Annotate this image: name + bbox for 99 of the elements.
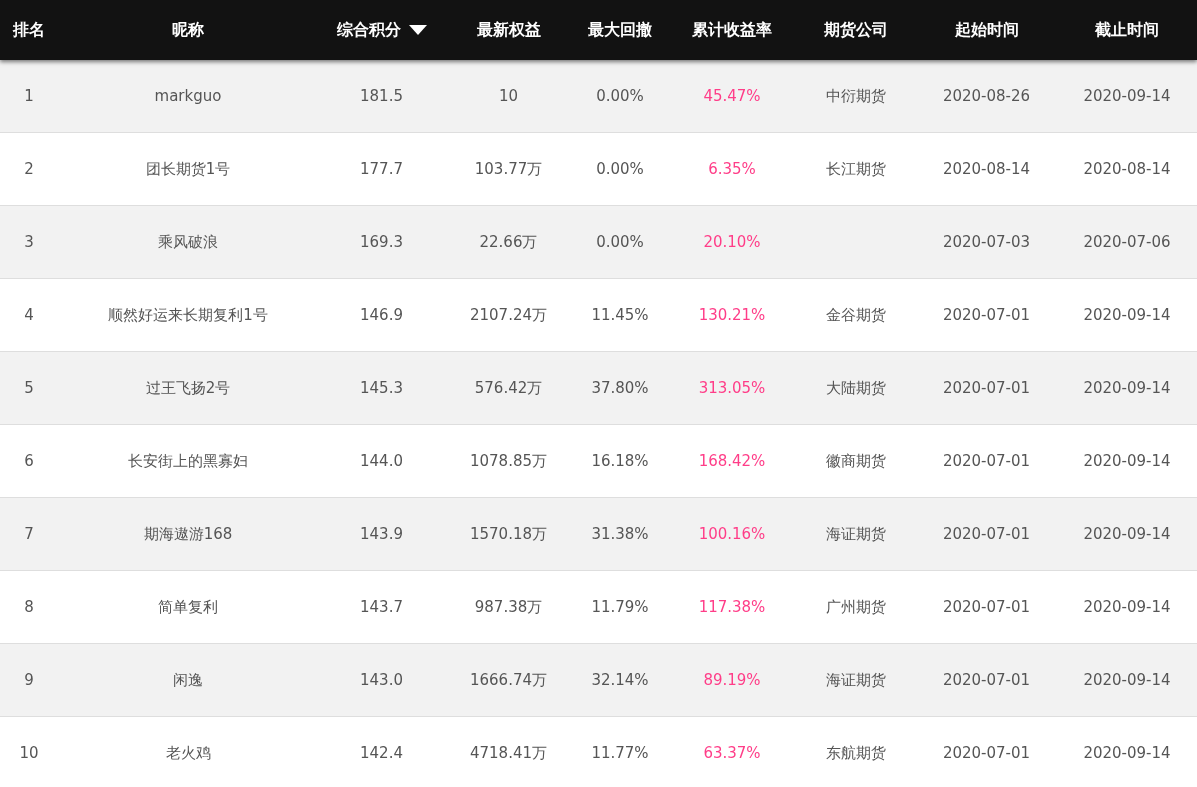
table-cell: 金谷期货 [826,305,886,325]
table-cell: 闲逸 [173,670,203,690]
table-cell: 长江期货 [826,159,886,179]
table-cell: 5 [24,379,34,397]
table-cell: 143.7 [360,598,403,616]
table-cell: 8 [24,598,34,616]
table-cell: 2020-09-14 [1083,87,1171,105]
table-cell: 181.5 [360,87,403,105]
table-cell: 长安街上的黑寡妇 [128,451,248,471]
table-cell: 0.00% [596,160,644,178]
table-cell: 144.0 [360,452,403,470]
table-cell: 海证期货 [826,524,886,544]
column-header: 截止时间 [1095,19,1159,41]
column-header: 最新权益 [476,19,541,41]
table-cell: 6 [24,452,34,470]
table-cell: 2020-08-26 [942,87,1031,105]
table-cell: 20.10% [703,233,761,251]
table-cell: 1 [24,87,34,105]
table-cell: 2020-07-01 [942,306,1031,324]
column-header: 累计收益率 [692,19,772,41]
table-cell: 2020-08-14 [942,160,1031,178]
table-cell: 1666.74万 [470,670,547,690]
table-cell: 广州期货 [826,597,886,617]
table-cell: 576.42万 [474,378,543,398]
table-cell: 6.35% [708,160,756,178]
table-cell: 142.4 [360,744,403,762]
table-cell: 2020-07-01 [942,525,1031,543]
table-cell: 177.7 [360,160,403,178]
table-cell: 987.38万 [474,597,543,617]
table-cell: 2020-07-01 [942,379,1031,397]
table-cell: 100.16% [698,525,766,543]
table-cell: 10 [498,87,519,105]
table-cell: 11.45% [591,306,649,324]
column-header: 最大回撤 [588,19,652,41]
table-cell: 63.37% [703,744,761,762]
table-cell: 145.3 [360,379,403,397]
column-header: 起始时间 [954,19,1019,41]
table-cell: 10 [19,744,39,762]
table-cell: 期海遨游168 [143,524,233,544]
table-cell: 4718.41万 [470,743,547,763]
table-cell: 3 [24,233,34,251]
table-cell: 2020-09-14 [1083,598,1171,616]
table-cell: 海证期货 [826,670,886,690]
table-cell: 16.18% [591,452,649,470]
table-cell: 146.9 [360,306,403,324]
table-cell: 大陆期货 [826,378,886,398]
table-cell: 简单复利 [158,597,218,617]
table-cell: 168.42% [698,452,766,470]
table-cell: 11.79% [591,598,649,616]
table-cell: 过王飞扬2号 [145,378,231,398]
table-cell: 103.77万 [474,159,543,179]
table-cell: 22.66万 [479,232,538,252]
table-cell: 老火鸡 [165,743,211,763]
table-cell: 2020-07-06 [1083,233,1171,251]
table-cell: 顺然好运来长期复利1号 [108,305,268,325]
column-header[interactable]: 综合积分 [336,19,427,41]
table-cell: 37.80% [591,379,649,397]
sort-down-icon [408,25,427,35]
table-cell: 2020-09-14 [1083,306,1171,324]
table-cell: 中衍期货 [826,86,886,106]
table-cell: 11.77% [591,744,649,762]
table-cell: 143.0 [360,671,403,689]
table-cell: 117.38% [698,598,766,616]
table-cell: 徽商期货 [826,451,886,471]
table-cell: 2020-07-01 [942,598,1031,616]
table-cell: 2020-09-14 [1083,525,1171,543]
table-cell: 143.9 [360,525,403,543]
table-cell: 130.21% [698,306,766,324]
table-cell: 2020-07-01 [942,744,1031,762]
table-cell: 7 [24,525,34,543]
table-cell: 32.14% [591,671,649,689]
table-cell: 0.00% [596,233,644,251]
table-cell: 团长期货1号 [145,159,231,179]
table-cell: 2107.24万 [470,305,547,325]
table-cell: 2020-09-14 [1083,671,1171,689]
table-cell: 45.47% [703,87,761,105]
table-cell: 1078.85万 [470,451,547,471]
table-cell: 2020-09-14 [1083,452,1171,470]
table-cell: 东航期货 [826,743,886,763]
table-cell: 313.05% [698,379,766,397]
table-cell: 0.00% [596,87,644,105]
table-cell: 2 [24,160,34,178]
column-header: 排名 [13,19,45,41]
table-cell: 乘风破浪 [158,232,218,252]
table-cell: 2020-07-01 [942,452,1031,470]
table-cell: 169.3 [360,233,403,251]
column-header: 昵称 [172,19,204,41]
table-cell: 1570.18万 [470,524,547,544]
table-cell: 2020-08-14 [1083,160,1171,178]
table-cell: 2020-07-03 [942,233,1031,251]
table-cell: 31.38% [591,525,649,543]
table-cell: 2020-09-14 [1083,744,1171,762]
table-cell: 89.19% [703,671,761,689]
table-cell: 9 [24,671,34,689]
table-cell: 4 [24,306,34,324]
column-header: 期货公司 [824,19,888,41]
table-cell: 2020-09-14 [1083,379,1171,397]
table-cell: 2020-07-01 [942,671,1031,689]
table-cell: markguo [154,87,222,105]
